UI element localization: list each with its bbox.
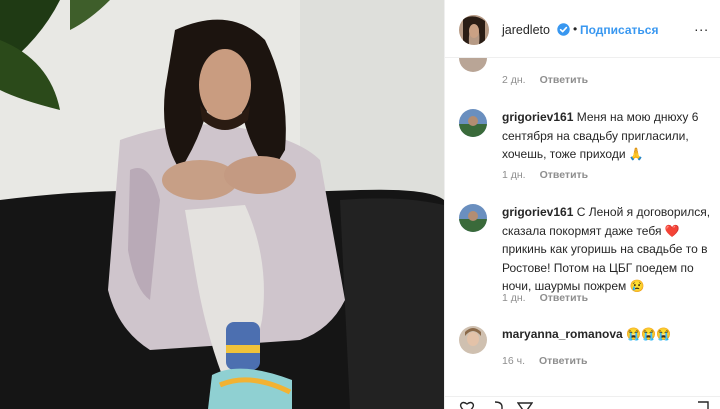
post-header: jaredleto • Подписаться ...	[445, 0, 720, 58]
comment-meta: 1 дн. Ответить	[502, 292, 588, 304]
comment-text: maryanna_romanova 😭😭😭	[502, 325, 712, 344]
comment-avatar[interactable]	[459, 204, 487, 232]
comment-time: 1 дн.	[502, 292, 526, 304]
avatar-image	[459, 15, 489, 45]
heart-icon[interactable]	[459, 401, 475, 409]
comment-meta: 2 дн. Ответить	[502, 74, 588, 86]
share-icon[interactable]	[517, 401, 533, 409]
avatar-image	[459, 326, 487, 354]
comment-text: grigoriev161 С Леной я договорился, сказ…	[502, 203, 712, 296]
avatar-image	[459, 109, 487, 137]
follow-button[interactable]: Подписаться	[580, 23, 658, 37]
comment-meta: 1 дн. Ответить	[502, 169, 588, 181]
comment-text: grigoriev161 Меня на мою днюху 6 сентябр…	[502, 108, 712, 164]
author-username[interactable]: jaredleto	[502, 23, 550, 37]
author-avatar[interactable]	[459, 15, 489, 45]
more-options-icon[interactable]: ...	[694, 18, 709, 34]
comment-avatar[interactable]	[459, 326, 487, 354]
comment-body: 😭😭😭	[626, 327, 671, 341]
reply-button[interactable]: Ответить	[540, 292, 589, 304]
comment-time: 1 дн.	[502, 169, 526, 181]
avatar-image	[459, 204, 487, 232]
comment-username[interactable]: grigoriev161	[502, 110, 573, 124]
reply-button[interactable]: Ответить	[540, 74, 589, 86]
comment-username[interactable]: maryanna_romanova	[502, 327, 623, 341]
bookmark-icon[interactable]	[695, 401, 711, 409]
comments-panel: jaredleto • Подписаться ... 2 дн. Ответит…	[444, 0, 720, 409]
comment-avatar[interactable]	[459, 58, 487, 72]
reply-button[interactable]: Ответить	[540, 169, 589, 181]
comment-meta: 16 ч. Ответить	[502, 355, 588, 367]
comment-time: 2 дн.	[502, 74, 526, 86]
action-bar	[445, 396, 720, 409]
comment-username[interactable]: grigoriev161	[502, 205, 573, 219]
comment-time: 16 ч.	[502, 355, 525, 367]
comment-icon[interactable]	[487, 401, 503, 409]
post-photo-illustration	[0, 0, 444, 409]
verified-badge-icon	[557, 23, 570, 36]
post-photo[interactable]	[0, 0, 444, 409]
reply-button[interactable]: Ответить	[539, 355, 588, 367]
header-separator: •	[573, 22, 578, 36]
comment-avatar[interactable]	[459, 109, 487, 137]
